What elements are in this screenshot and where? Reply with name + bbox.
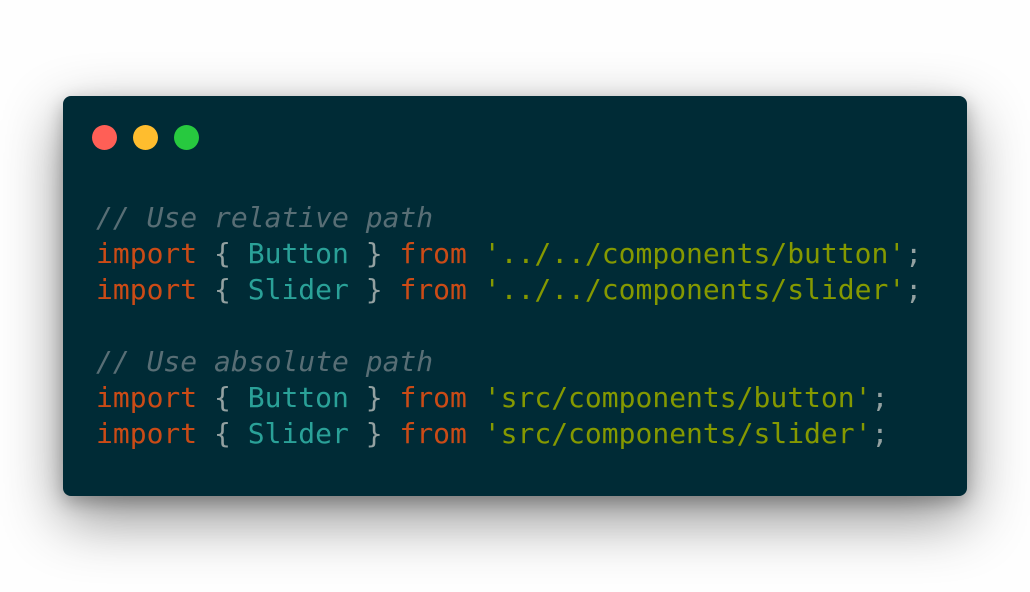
code-comment: // Use relative path: [96, 201, 434, 234]
import-keyword: import: [96, 237, 198, 270]
zoom-button[interactable]: [174, 125, 199, 150]
import-path: '../../components/slider': [483, 273, 906, 306]
code-line-comment: // Use absolute path: [96, 344, 922, 380]
open-brace: {: [214, 417, 231, 450]
import-name: Button: [247, 381, 349, 414]
import-path: '../../components/button': [483, 237, 906, 270]
from-keyword: from: [399, 237, 467, 270]
from-keyword: from: [399, 417, 467, 450]
import-name: Button: [247, 237, 349, 270]
import-name: Slider: [247, 417, 349, 450]
code-window: // Use relative path import { Button } fr…: [63, 96, 967, 496]
stage: // Use relative path import { Button } fr…: [0, 0, 1030, 592]
import-keyword: import: [96, 273, 198, 306]
from-keyword: from: [399, 273, 467, 306]
import-name: Slider: [247, 273, 349, 306]
code-line-import: import { Button } from 'src/components/b…: [96, 380, 922, 416]
semicolon: ;: [905, 237, 923, 270]
import-keyword: import: [96, 381, 198, 414]
open-brace: {: [214, 381, 231, 414]
import-keyword: import: [96, 417, 198, 450]
close-brace: }: [365, 417, 383, 450]
open-brace: {: [214, 273, 231, 306]
code-line-import: import { Slider } from 'src/components/s…: [96, 416, 922, 452]
open-brace: {: [214, 237, 231, 270]
code-line-comment: // Use relative path: [96, 200, 922, 236]
semicolon: ;: [871, 381, 889, 414]
import-path: 'src/components/button': [483, 381, 872, 414]
code-line-import: import { Button } from '../../components…: [96, 236, 922, 272]
code-block: // Use relative path import { Button } fr…: [96, 200, 922, 452]
minimize-button[interactable]: [133, 125, 158, 150]
code-line-import: import { Slider } from '../../components…: [96, 272, 922, 308]
semicolon: ;: [905, 273, 923, 306]
close-brace: }: [365, 273, 383, 306]
close-button[interactable]: [92, 125, 117, 150]
from-keyword: from: [399, 381, 467, 414]
semicolon: ;: [871, 417, 889, 450]
window-controls: [92, 125, 199, 150]
close-brace: }: [365, 237, 383, 270]
close-brace: }: [365, 381, 383, 414]
code-comment: // Use absolute path: [96, 345, 434, 378]
import-path: 'src/components/slider': [483, 417, 872, 450]
